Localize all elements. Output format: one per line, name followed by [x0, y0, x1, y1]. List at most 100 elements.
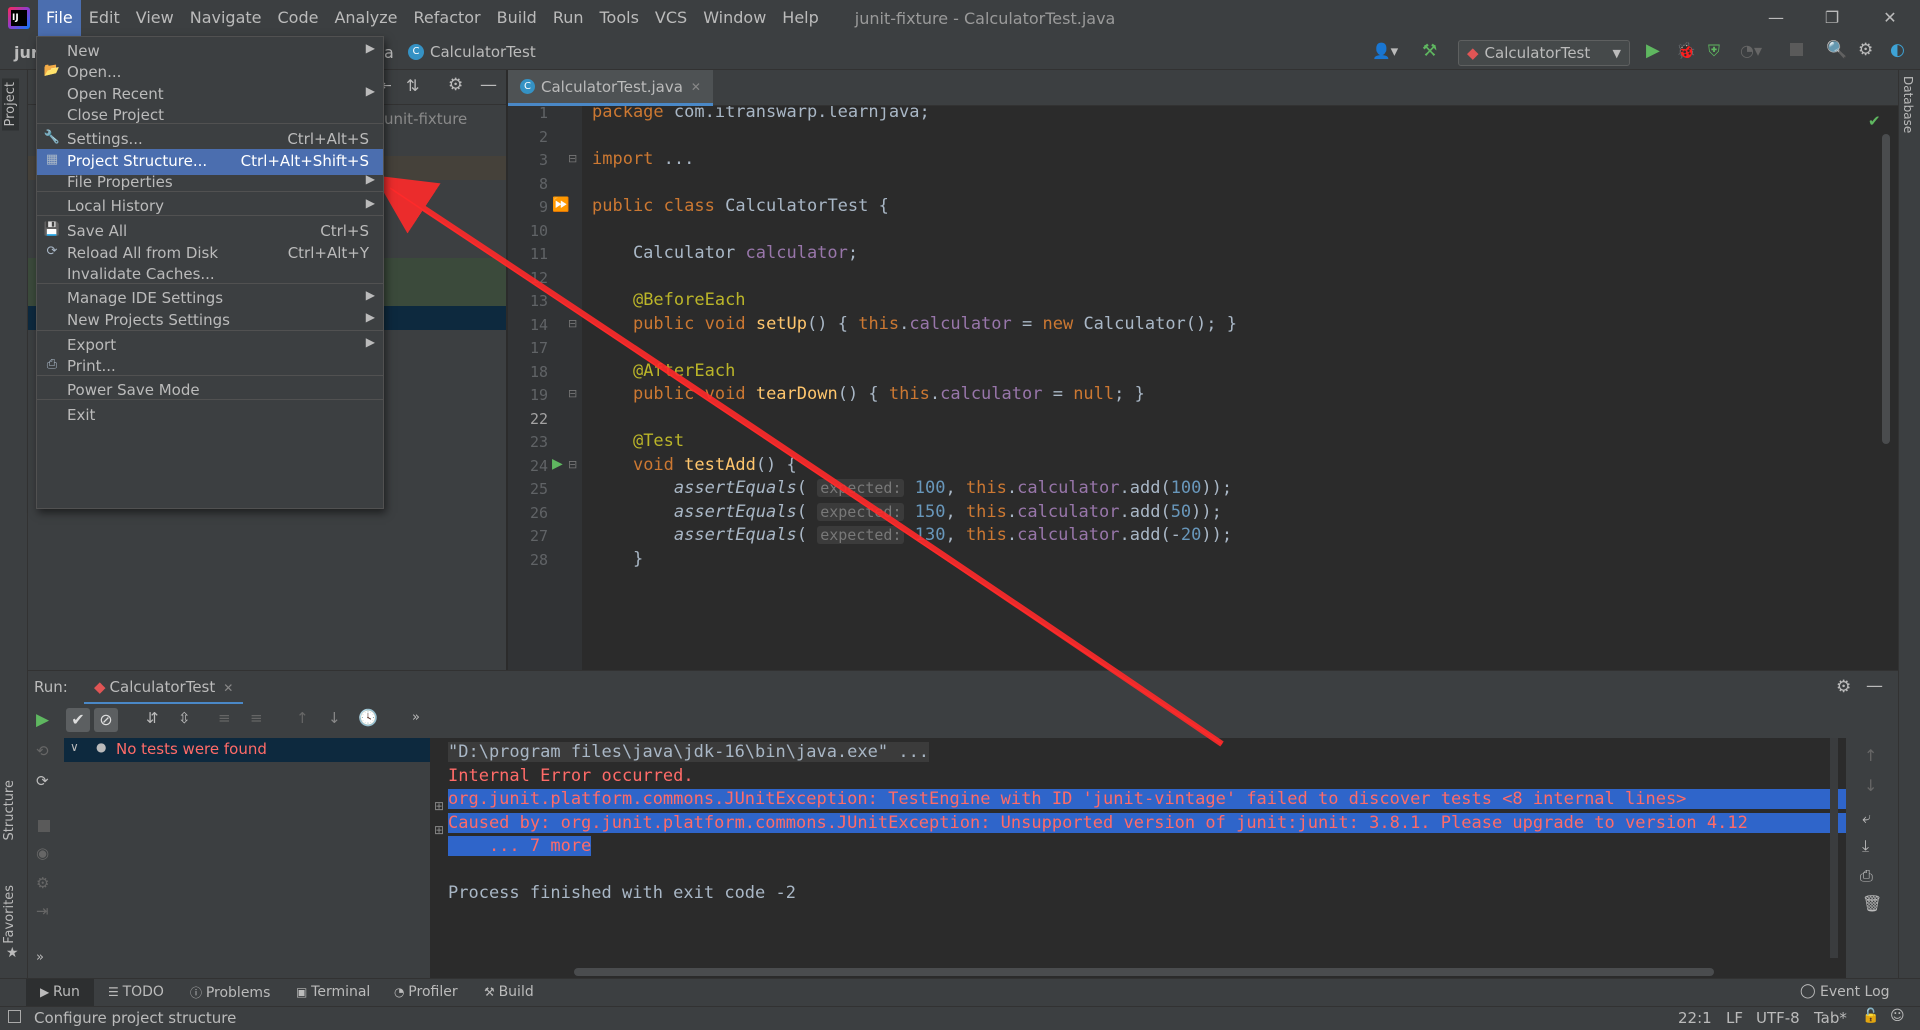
close-tab-icon[interactable]: ✕ [691, 80, 701, 94]
menu-build[interactable]: Build [489, 0, 545, 36]
code-line[interactable]: import ... [592, 149, 694, 169]
rerun-failed-icon[interactable]: ⟳ [36, 772, 49, 790]
bottom-tab-build[interactable]: ⚒ Build [484, 984, 534, 1000]
code-line[interactable]: package com.itranswarp.learnjava; [592, 106, 930, 122]
menu-run[interactable]: Run [545, 0, 592, 36]
bottom-tab-problems[interactable]: ⓘ Problems [190, 984, 270, 1001]
fold-icon[interactable]: ⊞ [434, 799, 444, 813]
more-icon[interactable]: » [412, 710, 420, 725]
database-tool-tab[interactable]: Database [1901, 76, 1915, 133]
menu-window[interactable]: Window [695, 0, 774, 36]
console-hscrollbar[interactable] [574, 968, 1714, 976]
line-separator[interactable]: LF [1726, 1009, 1743, 1027]
file-menu-item-file-properties[interactable]: File Properties ▶ [37, 170, 383, 196]
project-tree-root[interactable]: unit-fixture [384, 110, 467, 128]
bottom-tab-run[interactable]: ▶ Run [40, 984, 80, 1000]
code-line[interactable]: @Test [592, 431, 684, 451]
console-line[interactable]: org.junit.platform.commons.JUnitExceptio… [448, 789, 1846, 809]
menu-navigate[interactable]: Navigate [182, 0, 270, 36]
run-tab-calculatortest[interactable]: ◆ CalculatorTest ✕ [84, 671, 244, 705]
chevron-down-icon[interactable]: ∨ [70, 740, 79, 754]
lock-icon[interactable]: 🔓 [1862, 1008, 1879, 1024]
next-failed-icon[interactable]: ↓ [328, 709, 341, 727]
console-line[interactable]: ... 7 more [448, 836, 592, 856]
file-menu-item-local-history[interactable]: Local History ▶ [37, 194, 383, 220]
breadcrumb-package[interactable]: a [384, 43, 394, 62]
run-panel-settings-icon[interactable]: ⚙ [1836, 677, 1851, 697]
down-icon[interactable]: ↓ [1864, 776, 1877, 795]
project-tool-tab[interactable]: Project [2, 78, 19, 131]
gutter-run-icon[interactable]: ⏩ [552, 197, 569, 213]
console-line[interactable]: "D:\program files\java\jdk-16\bin\java.e… [448, 742, 930, 762]
code-line[interactable]: assertEquals( expected: 100, this.calcul… [592, 478, 1232, 498]
fold-icon[interactable]: ⊟ [568, 152, 577, 165]
bottom-tab-terminal[interactable]: ▣ Terminal [296, 984, 370, 1000]
console-vscrollbar[interactable] [1830, 738, 1838, 958]
collapse-icon[interactable]: ≡ [250, 709, 263, 727]
soft-wrap-icon[interactable]: ⤶ [1862, 808, 1871, 828]
code-line[interactable]: public void setUp() { this.calculator = … [592, 314, 1237, 334]
show-passed-icon[interactable]: ✔ [66, 708, 90, 732]
inspector-icon[interactable]: ☺ [1890, 1008, 1905, 1024]
file-menu-item-exit[interactable]: Exit [37, 403, 383, 429]
structure-tool-tab[interactable]: Structure [2, 780, 17, 840]
stop-icon[interactable] [38, 820, 50, 832]
code-line[interactable]: } [592, 549, 643, 569]
file-menu-item-close-project[interactable]: Close Project [37, 103, 383, 129]
code-line[interactable]: assertEquals( expected: 150, this.calcul… [592, 502, 1222, 522]
camera-icon[interactable]: ◉ [36, 844, 49, 862]
hide-panel-icon[interactable]: — [480, 75, 497, 95]
intellij-logo-icon[interactable]: IJ [8, 7, 30, 29]
file-menu-item-invalidate-caches[interactable]: Invalidate Caches... [37, 262, 383, 288]
debug-icon[interactable]: 🐞 [1676, 41, 1696, 60]
panel-settings-icon[interactable]: ⚙ [448, 75, 463, 95]
fold-icon[interactable]: ⊟ [568, 317, 577, 330]
hide-run-panel-icon[interactable]: — [1866, 676, 1883, 696]
up-icon[interactable]: ↑ [1864, 746, 1877, 765]
stop-icon[interactable] [1790, 43, 1803, 56]
console-line[interactable]: Process finished with exit code -2 [448, 883, 796, 903]
cursor-position[interactable]: 22:1 [1678, 1009, 1712, 1027]
exit-icon[interactable]: ⇥ [36, 902, 49, 920]
console-line[interactable]: Caused by: org.junit.platform.commons.JU… [448, 812, 1846, 833]
event-log-button[interactable]: Event Log [1820, 984, 1890, 1000]
file-menu-item-power-save-mode[interactable]: Power Save Mode [37, 378, 383, 404]
fold-icon[interactable]: ⊟ [568, 458, 577, 471]
fold-icon[interactable]: ⊞ [434, 823, 444, 837]
gear-icon[interactable]: ⚙ [1858, 40, 1873, 60]
prev-failed-icon[interactable]: ↑ [296, 709, 309, 727]
sort-duration-icon[interactable]: ⇳ [178, 709, 191, 727]
close-tab-icon[interactable]: ✕ [223, 681, 233, 695]
indent-setting[interactable]: Tab* [1814, 1009, 1847, 1027]
scroll-to-end-icon[interactable]: ⤓ [1862, 836, 1869, 856]
profile-icon[interactable]: ◔▾ [1740, 41, 1762, 60]
breadcrumb-file[interactable]: CalculatorTest [430, 43, 536, 61]
sort-alpha-icon[interactable]: ⇵ [146, 709, 159, 727]
menu-tools[interactable]: Tools [592, 0, 647, 36]
settings-small-icon[interactable]: ⚙ [36, 874, 49, 892]
code-line[interactable]: public class CalculatorTest { [592, 196, 889, 216]
show-ignored-icon[interactable]: ⊘ [94, 708, 118, 732]
rerun-icon[interactable]: ▶ [36, 710, 49, 730]
code-line[interactable]: @BeforeEach [592, 290, 746, 310]
editor-tab-calculatortest[interactable]: C CalculatorTest.java ✕ [508, 70, 713, 106]
toggle-auto-test-icon[interactable]: ⟲ [36, 742, 49, 760]
run-config-select[interactable]: ◆ CalculatorTest ▼ [1458, 40, 1630, 66]
close-button[interactable]: ✕ [1862, 0, 1918, 36]
expand-icon[interactable]: ≡ [218, 709, 231, 727]
menu-view[interactable]: View [128, 0, 182, 36]
code-line[interactable]: @AfterEach [592, 361, 735, 381]
menu-analyze[interactable]: Analyze [326, 0, 405, 36]
editor-scrollbar[interactable] [1882, 134, 1890, 444]
console-line[interactable]: Internal Error occurred. [448, 766, 694, 786]
menu-edit[interactable]: Edit [81, 0, 128, 36]
more-icon[interactable]: » [36, 950, 44, 965]
bottom-tab-profiler[interactable]: ◔ Profiler [394, 984, 458, 1000]
code-line[interactable]: void testAdd() { [592, 455, 797, 475]
restore-button[interactable]: ❐ [1804, 0, 1860, 36]
menu-help[interactable]: Help [774, 0, 826, 36]
minimize-button[interactable]: — [1748, 0, 1804, 36]
favorites-tool-tab[interactable]: Favorites [2, 885, 17, 944]
collapse-all-icon[interactable]: ⇅ [406, 76, 419, 95]
user-icon[interactable]: 👤▾ [1372, 42, 1398, 60]
